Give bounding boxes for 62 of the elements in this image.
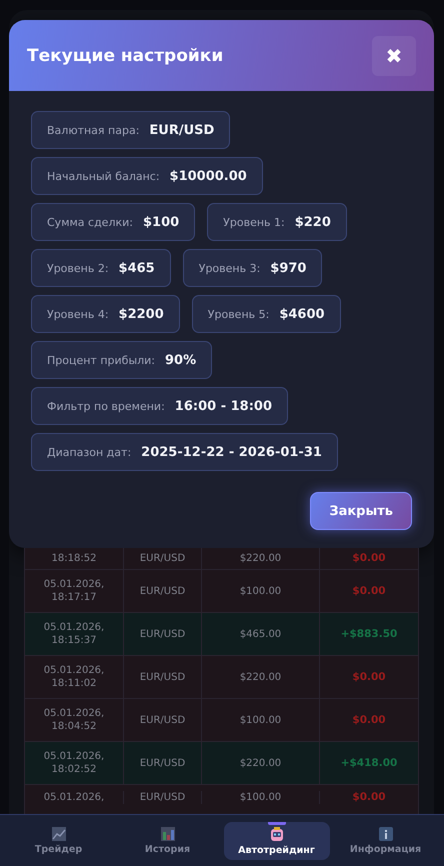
line-chart-icon [52, 826, 66, 840]
setting-value: 90% [165, 352, 196, 368]
trade-pair: EUR/USD [140, 584, 186, 598]
trade-pair: EUR/USD [140, 756, 186, 770]
setting-value: $100 [142, 214, 180, 230]
nav-tab[interactable]: Автотрейдинг [224, 822, 330, 860]
trade-time: 18:18:52 [50, 552, 98, 565]
trade-result: $0.00 [352, 670, 386, 684]
trade-time: 05.01.2026, 18:11:02 [42, 664, 106, 690]
nav-tab[interactable]: Трейдер [6, 822, 112, 860]
trade-amount: $220.00 [240, 670, 282, 684]
trade-time: 05.01.2026, [42, 791, 106, 804]
trade-pair: EUR/USD [140, 714, 186, 726]
close-button[interactable]: ✖ [372, 36, 416, 76]
setting-label: Уровень 4: [47, 308, 109, 320]
setting-label: Уровень 3: [198, 262, 260, 274]
trade-amount: $220.00 [240, 756, 282, 770]
setting-label: Диапазон дат: [47, 446, 132, 458]
info-icon [378, 826, 392, 840]
setting-label: Процент прибыли: [47, 354, 156, 366]
setting-label: Сумма сделки: [47, 216, 133, 228]
trade-pair: EUR/USD [140, 628, 186, 640]
trade-amount: $100.00 [240, 791, 282, 804]
trade-pair: EUR/USD [140, 791, 186, 804]
setting-value: $465 [118, 260, 155, 276]
setting-label: Уровень 2: [47, 262, 109, 274]
trade-amount: $220.00 [240, 552, 282, 565]
trade-amount: $100.00 [240, 584, 282, 598]
robot-icon [268, 826, 284, 842]
trade-pair: EUR/USD [140, 670, 186, 684]
trade-result: $0.00 [352, 552, 386, 565]
trade-time: 05.01.2026, 18:17:17 [42, 578, 106, 604]
trade-time: 05.01.2026, 18:15:37 [42, 621, 106, 647]
setting-label: Уровень 5: [208, 308, 270, 320]
setting-label: Валютная пара: [47, 124, 140, 136]
bar-chart-icon [160, 826, 174, 840]
setting-label: Уровень 1: [223, 216, 285, 228]
trade-time: 05.01.2026, 18:02:52 [42, 750, 106, 776]
setting-value: $4600 [279, 306, 325, 322]
nav-tab[interactable]: Информация [332, 822, 438, 860]
setting-value: $2200 [118, 306, 164, 322]
trade-pair: EUR/USD [140, 552, 186, 565]
setting-label: Начальный баланс: [47, 170, 160, 182]
nav-tab[interactable]: История [114, 822, 220, 860]
trade-result: $0.00 [352, 791, 386, 804]
setting-value: 2025-12-22 - 2026-01-31 [141, 444, 322, 460]
trade-result: +$418.00 [340, 756, 398, 770]
active-indicator [268, 822, 286, 824]
trade-amount: $465.00 [240, 628, 282, 640]
trade-result: $0.00 [352, 714, 386, 726]
dialog-title: Текущие настройки [27, 46, 224, 66]
setting-value: $10000.00 [170, 168, 247, 184]
trade-result: +$883.50 [340, 628, 398, 640]
setting-label: Фильтр по времени: [47, 400, 165, 412]
setting-value: $220 [294, 214, 331, 230]
close-dialog-button[interactable]: Закрыть [310, 492, 412, 530]
trade-time: 05.01.2026, 18:04:52 [42, 707, 106, 733]
setting-value: EUR/USD [149, 122, 214, 138]
trade-amount: $100.00 [240, 714, 282, 726]
setting-value: 16:00 - 18:00 [174, 398, 272, 414]
setting-value: $970 [270, 260, 306, 276]
trade-result: $0.00 [352, 584, 386, 598]
